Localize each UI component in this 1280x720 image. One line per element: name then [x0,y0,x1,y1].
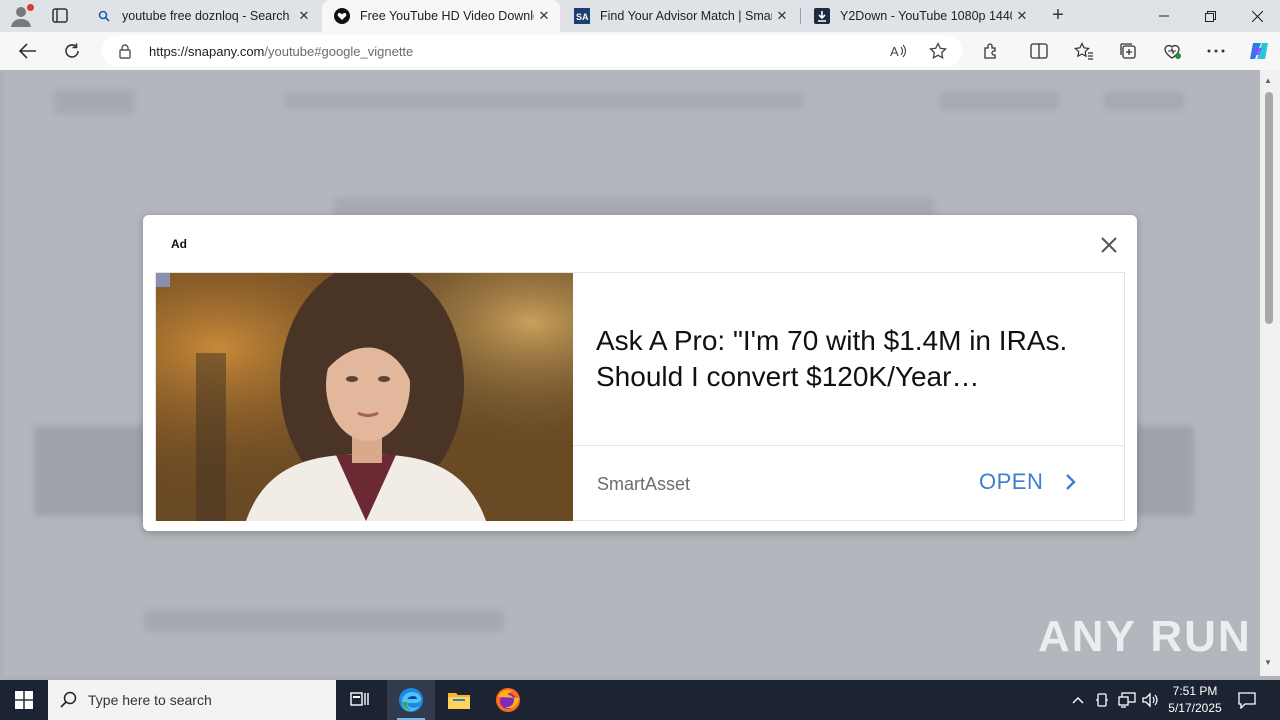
tab-close-icon[interactable]: ✕ [534,8,554,24]
notification-center-icon[interactable] [1236,680,1258,720]
file-explorer-icon[interactable] [435,680,483,720]
favorites-icon[interactable] [1071,39,1097,63]
tab-title: youtube free doznloq - Search [122,9,290,23]
new-tab-plus-icon[interactable]: + [1046,4,1070,28]
taskbar-search-box[interactable]: Type here to search [48,680,336,720]
tab-y2down[interactable]: Y2Down - YouTube 1080p 1440p ✕ [802,0,1038,32]
ad-card[interactable]: Ask A Pro: "I'm 70 with $1.4M in IRAs. S… [155,272,1125,521]
smartasset-icon: SA [574,8,590,24]
tab-search[interactable]: youtube free doznloq - Search ✕ [84,0,320,32]
tab-close-icon[interactable]: ✕ [294,8,314,24]
blurred-language [939,92,1059,110]
windows-start-icon[interactable] [0,680,48,720]
search-icon [60,691,78,714]
tab-strip: youtube free doznloq - Search ✕ Free You… [0,0,1280,32]
tab-smartasset[interactable]: SA Find Your Advisor Match | Smart ✕ [562,0,798,32]
edge-browser-icon[interactable] [387,680,435,720]
url-host: https://snapany.com [149,44,265,59]
read-aloud-icon[interactable]: A [888,41,910,61]
tab-title: Find Your Advisor Match | Smart [600,9,772,23]
search-placeholder: Type here to search [88,692,212,708]
task-view-icon[interactable] [336,680,384,720]
tab-close-icon[interactable]: ✕ [1012,8,1032,24]
ad-open-button[interactable]: OPEN [979,469,1043,495]
scrollbar-thumb[interactable] [1265,92,1273,324]
download-icon [814,8,830,24]
system-clock[interactable]: 7:51 PM 5/17/2025 [1160,683,1230,717]
ad-sponsor[interactable]: SmartAsset [597,474,690,495]
svg-text:A: A [890,44,899,59]
portrait-illustration [156,273,573,521]
lock-icon[interactable] [118,43,132,64]
windows-taskbar: Type here to search 7:51 PM 5/17/2025 [0,680,1280,720]
clock-date: 5/17/2025 [1168,701,1222,715]
profile-avatar-icon[interactable] [8,4,34,28]
adchoices-icon[interactable] [156,273,170,287]
collections-icon[interactable] [1115,39,1141,63]
blurred-nav [284,94,804,108]
split-screen-icon[interactable] [1026,39,1052,63]
tab-title: Y2Down - YouTube 1080p 1440p [840,9,1012,23]
url-path: /youtube#google_vignette [264,44,414,59]
device-icon[interactable] [1092,680,1112,720]
ad-headline[interactable]: Ask A Pro: "I'm 70 with $1.4M in IRAs. S… [596,323,1096,395]
firefox-icon[interactable] [484,680,532,720]
url-text[interactable]: https://snapany.com/youtube#google_vigne… [149,44,413,59]
heart-shield-icon [334,8,350,24]
ad-divider [573,445,1125,446]
blurred-login [1104,92,1184,110]
tab-close-icon[interactable]: ✕ [772,8,792,24]
tab-separator [800,8,801,24]
navigation-bar: https://snapany.com/youtube#google_vigne… [0,32,1280,70]
more-options-icon[interactable] [1203,39,1229,63]
close-ad-icon[interactable] [1097,233,1121,257]
volume-icon[interactable] [1140,680,1162,720]
close-window-icon[interactable] [1234,0,1280,32]
scroll-up-icon[interactable]: ▲ [1264,76,1272,85]
svg-text:SA: SA [576,12,589,22]
anyrun-watermark: ANY RUN [1038,612,1252,661]
blurred-logo [54,90,134,114]
favorite-star-icon[interactable] [927,41,949,61]
copilot-icon[interactable] [1245,39,1271,63]
restore-icon[interactable] [1187,0,1233,32]
minimize-icon[interactable] [1141,0,1187,32]
extensions-icon[interactable] [978,39,1004,63]
refresh-icon[interactable] [59,39,85,63]
notification-dot [27,4,34,11]
search-icon [96,8,112,24]
scroll-down-icon[interactable]: ▼ [1264,658,1272,667]
blurred-text [144,610,504,632]
ad-image[interactable] [156,273,573,521]
clock-time: 7:51 PM [1172,684,1218,698]
tab-title: Free YouTube HD Video Downloa [360,9,534,23]
network-icon[interactable] [1116,680,1138,720]
tab-snapany[interactable]: Free YouTube HD Video Downloa ✕ [322,0,560,32]
show-hidden-icons-icon[interactable] [1068,680,1088,720]
page-scrollbar[interactable]: ▲ ▼ [1260,70,1280,676]
back-arrow-icon[interactable] [15,39,41,63]
chevron-right-icon[interactable] [1062,470,1080,494]
tab-actions-icon[interactable] [48,6,72,26]
browser-essentials-icon[interactable] [1159,39,1185,63]
ad-vignette-modal: Ad Ask A Pro: "I'm 70 with $1.4M in IRAs… [143,215,1137,531]
ad-label: Ad [171,237,187,251]
address-bar[interactable]: https://snapany.com/youtube#google_vigne… [102,35,962,67]
